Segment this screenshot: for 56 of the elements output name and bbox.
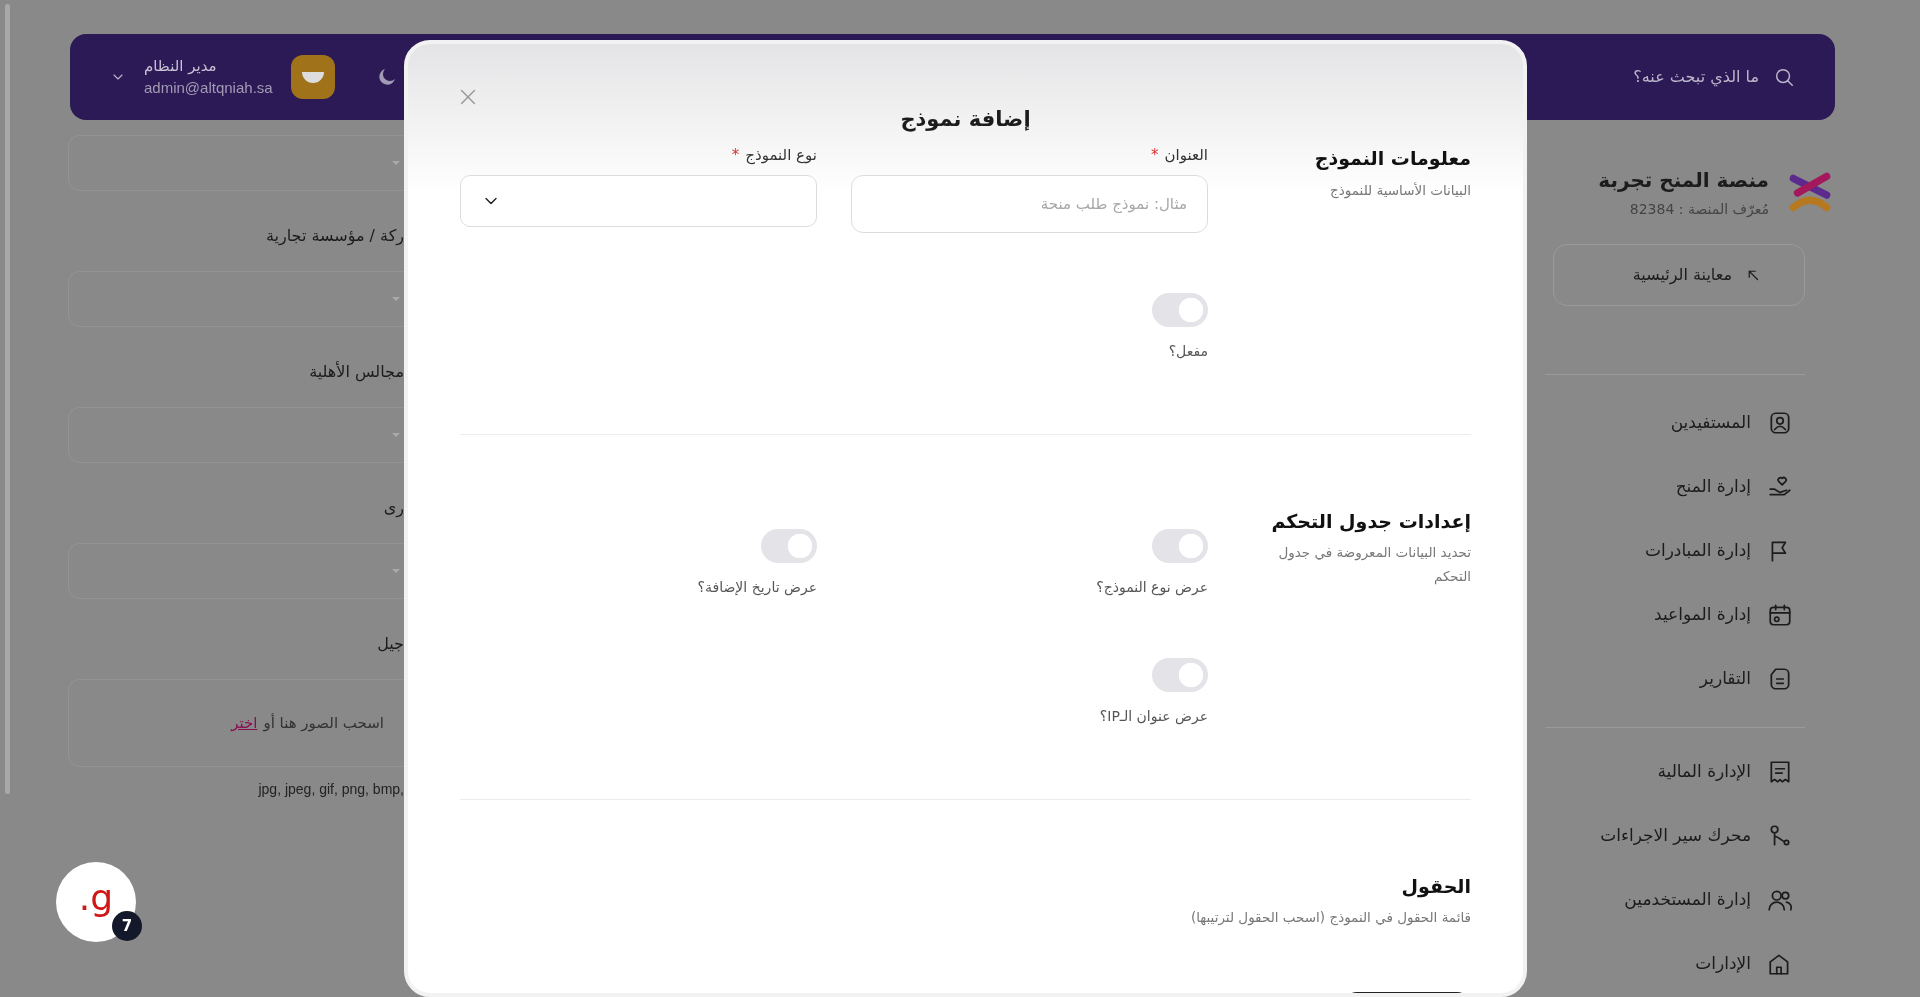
smile-icon bbox=[301, 71, 324, 83]
toggle-label: مفعل؟ bbox=[1167, 341, 1208, 361]
section-title: معلومات النموذج bbox=[1313, 146, 1471, 172]
toggle-switch[interactable] bbox=[761, 528, 817, 563]
field-label: العنوان bbox=[1164, 146, 1208, 164]
calendar-icon bbox=[1767, 602, 1793, 628]
avatar[interactable] bbox=[290, 55, 335, 99]
toggle-label: عرض نوع النموذج؟ bbox=[1095, 577, 1208, 598]
toggle-label: عرض تاريخ الإضافة؟ bbox=[696, 577, 817, 598]
notification-badge: 7 bbox=[112, 911, 142, 941]
sidebar-item[interactable]: الإدارات bbox=[1545, 932, 1805, 996]
field-label: جيل bbox=[376, 633, 404, 655]
toggle-label: عرض عنوان الـIP؟ bbox=[1098, 706, 1208, 727]
required-mark: * bbox=[1151, 146, 1159, 164]
section-title: إعدادات جدول التحكم bbox=[1270, 508, 1471, 535]
field-label: رى bbox=[382, 497, 404, 520]
sidebar-item[interactable]: محرك سير الاجراءات bbox=[1545, 804, 1805, 868]
sidebar-item[interactable]: إدارة المواعيد bbox=[1545, 583, 1805, 647]
field-label: ركة / مؤسسة تجارية bbox=[264, 225, 404, 248]
select-field[interactable] bbox=[68, 543, 404, 599]
toggle-switch[interactable] bbox=[1152, 292, 1208, 327]
section-description: تحديد البيانات المعروضة في جدول التحكم bbox=[1277, 543, 1471, 587]
text-field[interactable]: مثال: نموذج طلب منحة bbox=[851, 174, 1208, 233]
user-name: مدير النظام bbox=[144, 55, 217, 77]
field-label: مجالس الأهلية bbox=[308, 360, 404, 384]
scrollbar[interactable] bbox=[5, 4, 10, 794]
sidebar-item[interactable]: إدارة المنح bbox=[1545, 455, 1805, 519]
toggle-switch[interactable] bbox=[1152, 657, 1208, 692]
user-email: admin@altqniah.sa bbox=[144, 78, 273, 98]
sidebar-item[interactable]: التقارير bbox=[1545, 647, 1805, 711]
sidebar-item[interactable]: الإدارة المالية bbox=[1545, 740, 1805, 804]
sidebar-item[interactable]: إدارة المبادرات bbox=[1545, 519, 1805, 583]
upload-prompt: اسحب الصور هنا أو اختر bbox=[231, 712, 384, 734]
person-badge-icon bbox=[1767, 410, 1793, 436]
modal-title: إضافة نموذج bbox=[899, 106, 1032, 134]
section-title: الحقول bbox=[1400, 873, 1471, 900]
preview-button[interactable]: معاينة الرئيسية bbox=[1553, 244, 1805, 306]
route-icon bbox=[1767, 823, 1793, 849]
platform-id: مُعرّف المنصة : 82384 bbox=[1628, 200, 1769, 219]
receipt-icon bbox=[1767, 759, 1793, 785]
platform-name: منصة المنح تجربة bbox=[1598, 167, 1769, 194]
section-description: البيانات الأساسية للنموذج bbox=[1329, 180, 1471, 201]
sidebar-item[interactable]: إدارة المستخدمين bbox=[1545, 868, 1805, 932]
choose-link[interactable]: اختر bbox=[231, 713, 258, 732]
file-types-hint: jpg, jpeg, gif, png, bmp, bbox=[257, 780, 404, 799]
select-field[interactable] bbox=[68, 407, 404, 463]
search-placeholder[interactable]: ما الذي تبحث عنه؟ bbox=[1633, 65, 1759, 89]
select-field[interactable] bbox=[68, 271, 404, 327]
toggle-switch[interactable] bbox=[1152, 528, 1208, 563]
section-description: قائمة الحقول في النموذج (اسحب الحقول لترتيبها) bbox=[1190, 908, 1471, 928]
field-label: نوع النموذج bbox=[745, 146, 817, 164]
select-field[interactable] bbox=[68, 135, 404, 191]
sidebar-item[interactable]: المستفيدين bbox=[1545, 391, 1805, 455]
search-icon[interactable] bbox=[1773, 66, 1795, 88]
required-mark: * bbox=[731, 146, 740, 164]
document-icon bbox=[1767, 666, 1793, 692]
